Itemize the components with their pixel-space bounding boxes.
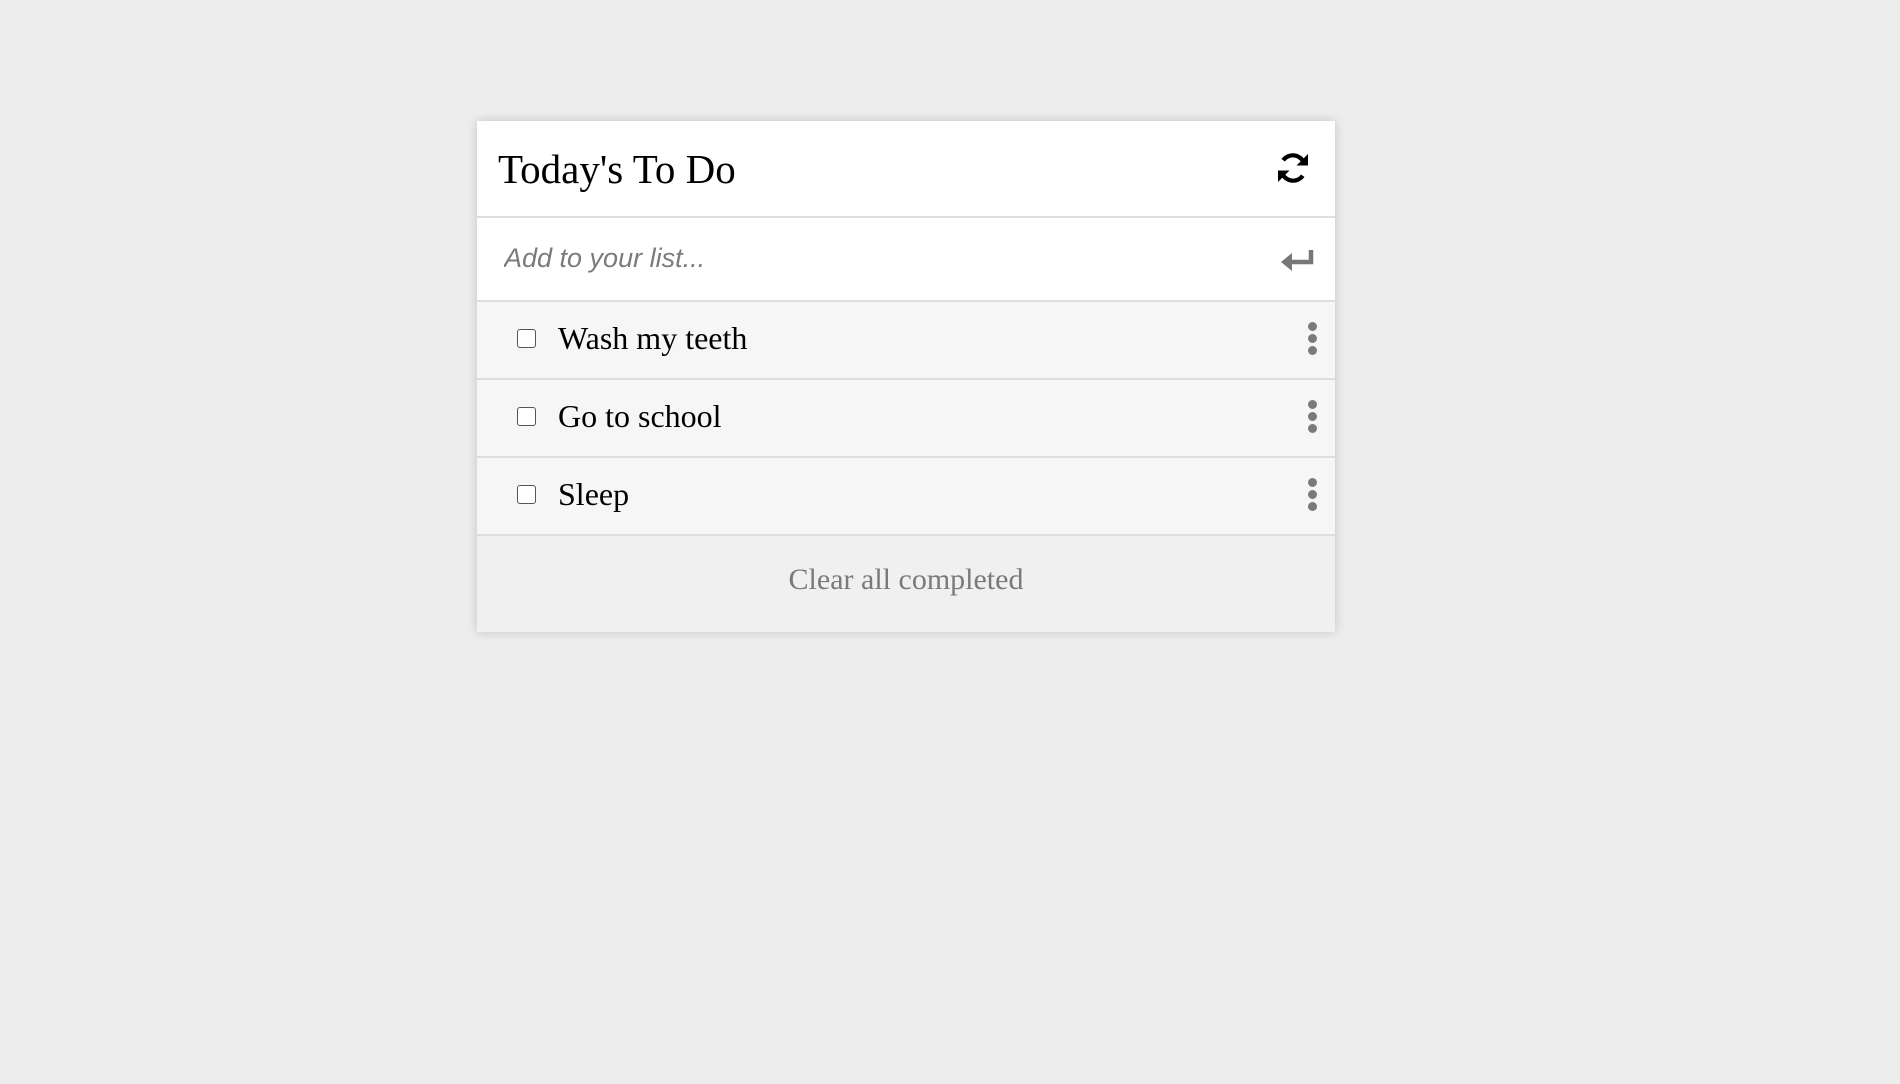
- refresh-icon: [1278, 153, 1308, 183]
- todo-checkbox[interactable]: [517, 485, 536, 504]
- kebab-menu-icon: [1305, 400, 1319, 433]
- todo-header: Today's To Do: [477, 121, 1335, 218]
- page-title: Today's To Do: [498, 146, 736, 192]
- enter-icon: [1281, 250, 1314, 271]
- todo-menu-button[interactable]: [1305, 322, 1319, 358]
- add-item-row: [477, 218, 1335, 302]
- todo-item: Sleep: [477, 458, 1335, 536]
- todo-item: Wash my teeth: [477, 302, 1335, 380]
- clear-completed-button[interactable]: Clear all completed: [477, 565, 1335, 595]
- todo-item-text: Sleep: [558, 476, 630, 512]
- todo-menu-button[interactable]: [1305, 400, 1319, 436]
- todo-item-text: Go to school: [558, 398, 722, 434]
- todo-item: Go to school: [477, 380, 1335, 458]
- add-item-input[interactable]: [504, 238, 1244, 278]
- kebab-menu-icon: [1305, 478, 1319, 511]
- todo-item-text: Wash my teeth: [558, 320, 748, 356]
- todo-checkbox[interactable]: [517, 407, 536, 426]
- todo-footer: Clear all completed: [477, 536, 1335, 632]
- kebab-menu-icon: [1305, 322, 1319, 355]
- refresh-button[interactable]: [1275, 150, 1311, 186]
- todo-card: Today's To Do Wash my teeth: [477, 121, 1335, 632]
- todo-menu-button[interactable]: [1305, 478, 1319, 514]
- todo-checkbox[interactable]: [517, 329, 536, 348]
- todo-list: Wash my teeth Go to school Sleep: [477, 302, 1335, 536]
- add-item-submit-button[interactable]: [1279, 245, 1315, 273]
